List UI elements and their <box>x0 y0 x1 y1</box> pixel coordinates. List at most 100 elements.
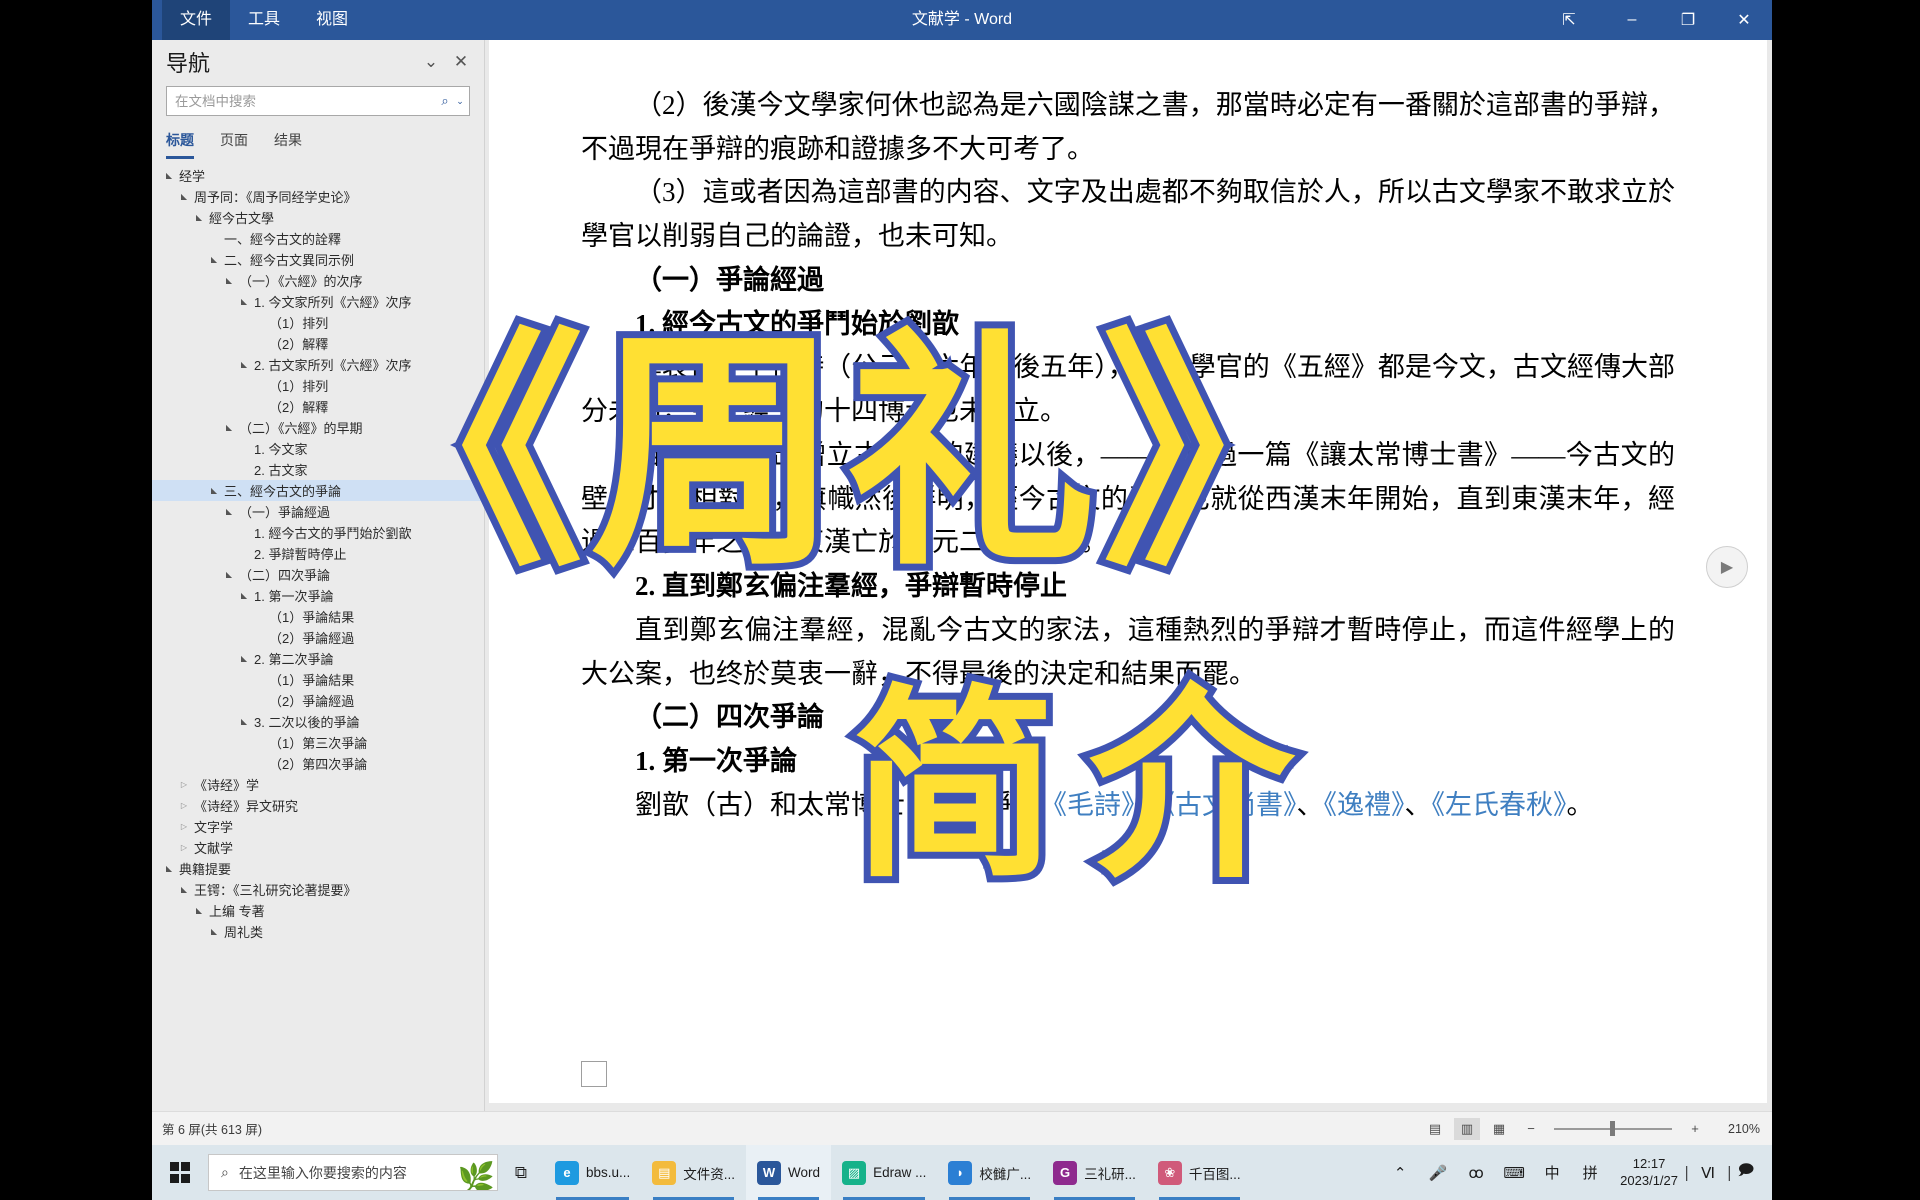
document-paragraph[interactable]: 1. 經今古文的爭鬥始於劉歆 <box>581 303 1675 347</box>
twisty-expanded-icon[interactable]: ◢ <box>177 192 191 201</box>
view-button-print-layout[interactable]: ▥ <box>1454 1117 1480 1140</box>
taskbar-clock[interactable]: 12:17 2023/1/27 <box>1610 1156 1688 1189</box>
tree-item[interactable]: ◢ 2. 第二次爭論 <box>152 648 484 669</box>
tree-item[interactable]: ◢ 1. 今文家所列《六經》次序 <box>152 291 484 312</box>
tree-item[interactable]: （2）解釋 <box>152 333 484 354</box>
tree-item[interactable]: （2）第四次爭論 <box>152 753 484 774</box>
document-paragraph[interactable]: 直到鄭玄偏注羣經，混亂今古文的家法，這種熱烈的爭辯才暫時停止，而這件經學上的大公… <box>581 609 1675 696</box>
twisty-expanded-icon[interactable]: ◢ <box>222 276 236 285</box>
zoom-slider-handle[interactable] <box>1610 1121 1615 1136</box>
zoom-out-button[interactable]: − <box>1518 1118 1544 1140</box>
document-link[interactable]: 《左氏春秋》 <box>1432 790 1567 820</box>
ribbon-display-options-icon[interactable]: ⇱ <box>1546 0 1592 40</box>
nav-tab-2[interactable]: 结果 <box>274 130 302 159</box>
twisty-collapsed-icon[interactable]: ▷ <box>177 780 191 789</box>
document-paragraph[interactable]: 劉歆（古）和太常博士（今）爭立《毛詩》、《古文尚書》、《逸禮》、《左氏春秋》。 <box>581 784 1675 828</box>
twisty-collapsed-icon[interactable]: ▷ <box>177 843 191 852</box>
nav-tab-1[interactable]: 页面 <box>220 130 248 159</box>
tree-item[interactable]: 1. 今文家 <box>152 438 484 459</box>
tree-item[interactable]: ◢ （二）《六經》的早期 <box>152 417 484 438</box>
view-button-read-mode[interactable]: ▤ <box>1422 1118 1448 1140</box>
zoom-in-button[interactable]: + <box>1682 1118 1708 1140</box>
tree-item[interactable]: 2. 爭辯暫時停止 <box>152 543 484 564</box>
taskbar-app-1[interactable]: ▤ 文件资... <box>641 1145 746 1200</box>
ime-chinese-icon[interactable]: 中 <box>1534 1145 1570 1200</box>
maximize-button[interactable]: ❐ <box>1660 0 1716 40</box>
tree-item[interactable]: ◢ 二、經今古文異同示例 <box>152 249 484 270</box>
tree-item[interactable]: ◢ 1. 第一次爭論 <box>152 585 484 606</box>
taskbar-app-3[interactable]: ▨ Edraw ... <box>831 1145 937 1200</box>
chevron-down-icon[interactable]: ⌄ <box>416 47 446 77</box>
close-button[interactable]: ✕ <box>1716 0 1772 40</box>
tree-item[interactable]: ◢ 王锷：《三礼研究论著提要》 <box>152 879 484 900</box>
zoom-slider[interactable] <box>1554 1118 1672 1140</box>
tree-item[interactable]: （1）爭論結果 <box>152 606 484 627</box>
twisty-expanded-icon[interactable]: ◢ <box>207 927 221 936</box>
document-page[interactable]: （2）後漢今文學家何休也認為是六國陰謀之書，那當時必定有一番關於這部書的爭辯，不… <box>489 40 1767 1103</box>
tree-item[interactable]: 1. 經今古文的爭鬥始於劉歆 <box>152 522 484 543</box>
twisty-expanded-icon[interactable]: ◢ <box>237 654 251 663</box>
tree-item[interactable]: 一、經今古文的詮釋 <box>152 228 484 249</box>
tree-item[interactable]: ◢ （二）四次爭論 <box>152 564 484 585</box>
twisty-collapsed-icon[interactable]: ▷ <box>177 801 191 810</box>
page-indicator[interactable]: 第 6 屏(共 613 屏) <box>152 1119 262 1138</box>
tree-item[interactable]: ◢ 三、經今古文的爭論 <box>152 480 484 501</box>
tree-item[interactable]: ▷ 文字学 <box>152 816 484 837</box>
document-text[interactable]: （2）後漢今文學家何休也認為是六國陰謀之書，那當時必定有一番關於這部書的爭辯，不… <box>489 40 1767 827</box>
document-paragraph[interactable]: （3）這或者因為這部書的内容、文字及出處都不夠取信於人，所以古文學家不敢求立於學… <box>581 171 1675 258</box>
twisty-expanded-icon[interactable]: ◢ <box>237 591 251 600</box>
twisty-collapsed-icon[interactable]: ▷ <box>177 822 191 831</box>
document-paragraph[interactable]: 1. 第一次爭論 <box>581 740 1675 784</box>
twisty-expanded-icon[interactable]: ◢ <box>207 255 221 264</box>
taskbar-app-4[interactable]: ◗ 校雠广... <box>937 1145 1042 1200</box>
microphone-icon[interactable]: 🎤 <box>1420 1145 1456 1200</box>
tree-item[interactable]: ◢ 周予同：《周予同经学史论》 <box>152 186 484 207</box>
view-button-web-layout[interactable]: ▦ <box>1486 1118 1512 1140</box>
play-icon[interactable]: ▶ <box>1706 546 1748 588</box>
twisty-expanded-icon[interactable]: ◢ <box>177 885 191 894</box>
minimize-button[interactable]: – <box>1604 0 1660 40</box>
taskbar-app-2[interactable]: W Word <box>746 1145 832 1200</box>
twisty-expanded-icon[interactable]: ◢ <box>222 507 236 516</box>
tree-item[interactable]: ◢ （一）爭論經過 <box>152 501 484 522</box>
keyboard-icon[interactable]: ⌨ <box>1496 1145 1532 1200</box>
tree-item[interactable]: ◢ 2. 古文家所列《六經》次序 <box>152 354 484 375</box>
ime-pinyin-icon[interactable]: 拼 <box>1572 1145 1608 1200</box>
tree-item[interactable]: ◢ 上编 专著 <box>152 900 484 921</box>
bluetooth-icon[interactable]: ꝏ <box>1458 1145 1494 1200</box>
taskbar-search-box[interactable]: ⌕ 在这里输入你要搜索的内容 🌿 <box>208 1154 498 1191</box>
document-paragraph[interactable]: 漢哀帝、平帝時（公元前六年至後五年），立在學官的《五經》都是今文，古文經傳大部分… <box>581 346 1675 433</box>
twisty-expanded-icon[interactable]: ◢ <box>192 906 206 915</box>
twisty-expanded-icon[interactable]: ◢ <box>162 864 176 873</box>
tree-item[interactable]: ▷ 《诗经》异文研究 <box>152 795 484 816</box>
tree-item[interactable]: ◢ 周礼类 <box>152 921 484 942</box>
show-hidden-icons[interactable]: ⌃ <box>1382 1145 1418 1200</box>
taskbar-app-5[interactable]: G 三礼研... <box>1042 1145 1147 1200</box>
tree-item[interactable]: （2）爭論經過 <box>152 690 484 711</box>
search-options-chevron-icon[interactable]: ⌄ <box>455 96 465 107</box>
document-link[interactable]: 《古文尚書》 <box>1162 790 1297 820</box>
document-link[interactable]: 《毛詩》 <box>1040 790 1135 820</box>
tree-item[interactable]: （1）排列 <box>152 312 484 333</box>
tree-item[interactable]: 2. 古文家 <box>152 459 484 480</box>
document-paragraph[interactable]: （2）後漢今文學家何休也認為是六國陰謀之書，那當時必定有一番關於這部書的爭辯，不… <box>581 84 1675 171</box>
twisty-expanded-icon[interactable]: ◢ <box>237 297 251 306</box>
taskbar-app-6[interactable]: ❀ 千百图... <box>1147 1145 1252 1200</box>
tree-item[interactable]: （1）爭論結果 <box>152 669 484 690</box>
tree-item[interactable]: ◢ 经学 <box>152 165 484 186</box>
document-paragraph[interactable]: 2. 直到鄭玄偏注羣經，爭辯暫時停止 <box>581 565 1675 609</box>
zoom-level-label[interactable]: 210% <box>1714 1122 1760 1136</box>
taskbar-app-0[interactable]: e bbs.u... <box>544 1145 641 1200</box>
document-link[interactable]: 《逸禮》 <box>1324 790 1405 820</box>
tree-item[interactable]: ◢ （一）《六經》的次序 <box>152 270 484 291</box>
tree-item[interactable]: （2）爭論經過 <box>152 627 484 648</box>
document-paragraph[interactable]: 自從劉歆提出增立古文經的建議以後，——他寫過一篇《讓太常博士書》——今古文的壁壘… <box>581 434 1675 565</box>
task-view-icon[interactable]: ⧉ <box>498 1145 544 1200</box>
close-icon[interactable]: ✕ <box>446 47 476 77</box>
tree-item[interactable]: （1）排列 <box>152 375 484 396</box>
twisty-expanded-icon[interactable]: ◢ <box>222 570 236 579</box>
document-paragraph[interactable]: （二）四次爭論 <box>581 696 1675 740</box>
twisty-expanded-icon[interactable]: ◢ <box>192 213 206 222</box>
document-area[interactable]: （2）後漢今文學家何休也認為是六國陰謀之書，那當時必定有一番關於這部書的爭辯，不… <box>485 40 1772 1145</box>
search-icon[interactable]: ⌕ <box>435 93 455 109</box>
